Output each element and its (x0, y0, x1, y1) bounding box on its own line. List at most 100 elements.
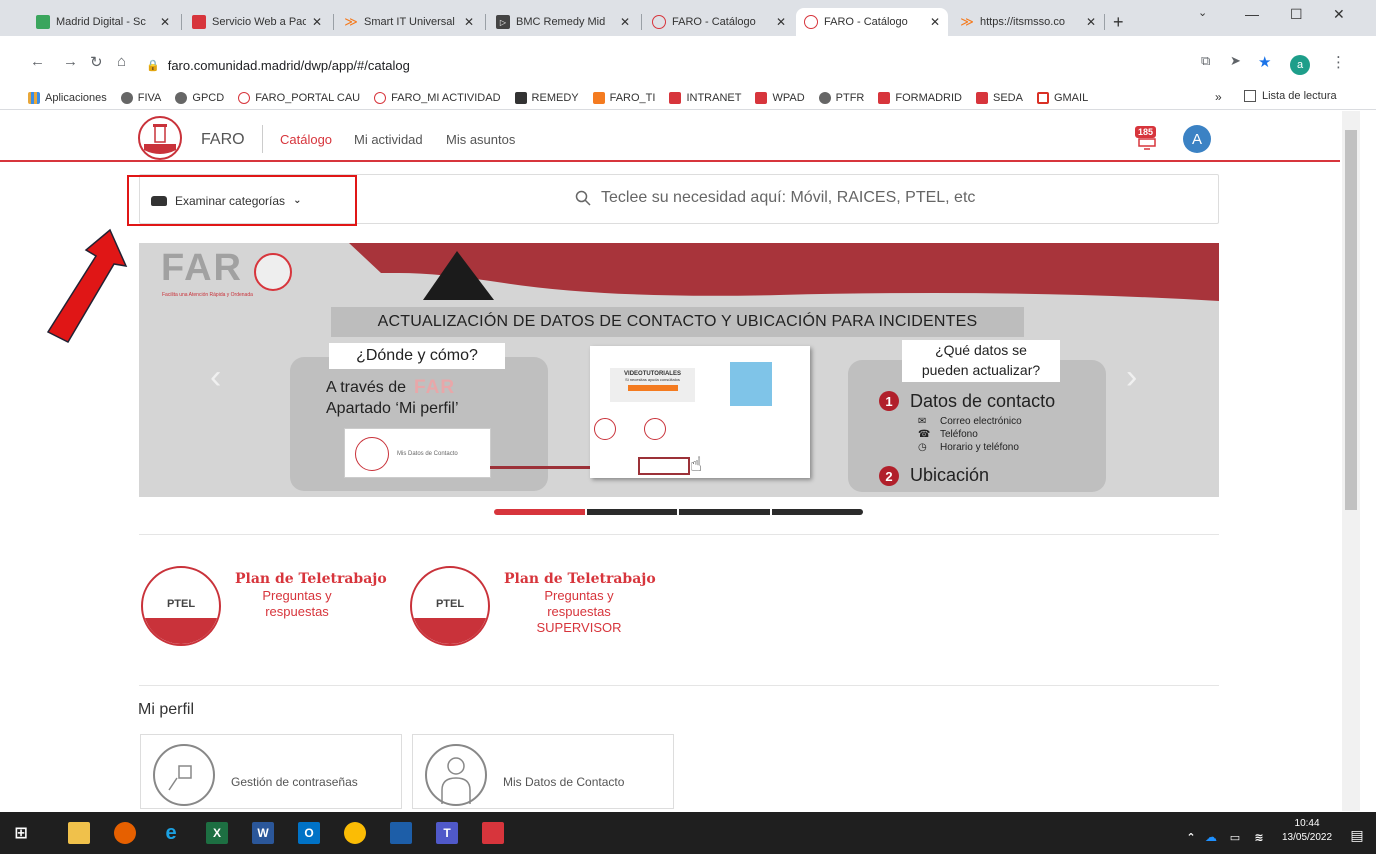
globe-icon (175, 91, 188, 104)
carousel-indicator-3[interactable] (679, 509, 770, 515)
close-tab-icon[interactable]: ✕ (1086, 15, 1096, 29)
tab-itsmsso[interactable]: ≫ https://itsmsso.co ✕ (952, 8, 1104, 36)
bookmark-item[interactable]: GPCD (175, 91, 224, 104)
home-icon[interactable]: ⌂ (117, 53, 126, 70)
minimize-icon[interactable]: — (1245, 6, 1259, 22)
scrollbar-thumb[interactable] (1345, 130, 1357, 510)
person-icon (425, 744, 487, 806)
windows-start-icon[interactable]: ⊞ (10, 822, 32, 844)
send-icon[interactable]: ➤ (1230, 53, 1241, 69)
onedrive-icon[interactable]: ☁ (1200, 826, 1222, 848)
tab-faro-catalogo[interactable]: FARO - Catálogo ✕ (644, 8, 794, 36)
mail-icon: ✉ (918, 416, 927, 427)
bookmark-item[interactable]: FARO_TI (592, 91, 655, 104)
bookmark-item[interactable]: FARO_PORTAL CAU (238, 91, 360, 104)
reading-list-icon (1244, 90, 1256, 102)
word-icon[interactable]: W (252, 822, 274, 844)
bookmark-item[interactable]: Aplicaciones (28, 91, 107, 104)
close-window-icon[interactable]: ✕ (1333, 6, 1345, 23)
profile-avatar[interactable]: a (1290, 55, 1310, 75)
carousel-indicator-4[interactable] (772, 509, 863, 515)
excel-icon[interactable]: X (206, 822, 228, 844)
tab-servicio-web[interactable]: Servicio Web a Pac ✕ (184, 8, 330, 36)
firefox-icon[interactable] (114, 822, 136, 844)
maximize-icon[interactable]: ☐ (1290, 6, 1303, 23)
clock[interactable]: 10:44 13/05/2022 (1282, 817, 1332, 845)
banner-brand: FAR (161, 247, 243, 289)
ptel-subtitle[interactable]: Preguntas y respuestas SUPERVISOR (519, 588, 639, 636)
address-bar[interactable]: 🔒 faro.comunidad.madrid/dwp/app/#/catalo… (146, 53, 1146, 77)
bookmark-item[interactable]: REMEDY (514, 91, 579, 104)
tab-smart-it[interactable]: ≫ Smart IT Universal ✕ (336, 8, 482, 36)
bookmark-star-icon[interactable]: ★ (1258, 53, 1271, 71)
banner-title: ACTUALIZACIÓN DE DATOS DE CONTACTO Y UBI… (331, 307, 1024, 337)
bookmark-item[interactable]: FARO_MI ACTIVIDAD (374, 91, 501, 104)
nav-catalogo[interactable]: Catálogo (280, 132, 332, 147)
notifications-button[interactable]: 185 (1135, 126, 1161, 152)
illustration (730, 362, 772, 406)
close-tab-icon[interactable]: ✕ (312, 15, 322, 29)
ptel-subtitle[interactable]: Preguntas y respuestas (236, 588, 358, 620)
tab-faro-catalogo-active[interactable]: FARO - Catálogo ✕ (796, 8, 948, 36)
ptel-logo-icon[interactable]: PTEL (141, 566, 221, 646)
new-tab-button[interactable]: + (1113, 12, 1124, 33)
bookmark-item[interactable]: INTRANET (669, 91, 741, 104)
banner-tagline: Facilita una Atención Rápida y Ordenada (162, 292, 253, 298)
nav-mis-asuntos[interactable]: Mis asuntos (446, 132, 515, 147)
close-tab-icon[interactable]: ✕ (620, 15, 630, 29)
folder-icon[interactable] (390, 822, 412, 844)
ptel-logo-icon[interactable]: PTEL (410, 566, 490, 646)
contact-data-card[interactable]: Mis Datos de Contacto (412, 734, 674, 809)
nav-mi-actividad[interactable]: Mi actividad (354, 132, 423, 147)
reload-icon[interactable]: ↻ (90, 53, 103, 71)
more-bookmarks-button[interactable]: » (1215, 90, 1222, 104)
internet-explorer-icon[interactable]: e (160, 822, 182, 844)
bookmark-item[interactable]: FIVA (120, 91, 161, 104)
bookmark-item[interactable]: WPAD (755, 91, 805, 104)
wifi-icon[interactable]: ≋ (1248, 826, 1270, 848)
back-icon[interactable]: ← (30, 53, 45, 70)
user-avatar[interactable]: A (1183, 125, 1211, 153)
close-tab-icon[interactable]: ✕ (160, 15, 170, 29)
file-explorer-icon[interactable] (68, 822, 90, 844)
faro-logo-icon[interactable] (138, 116, 182, 160)
password-management-card[interactable]: Gestión de contraseñas (140, 734, 402, 809)
bookmark-item[interactable]: GMAIL (1036, 91, 1088, 104)
close-tab-icon[interactable]: ✕ (930, 15, 940, 29)
bookmark-item[interactable]: FORMADRID (878, 91, 962, 104)
carousel-prev-icon[interactable]: ‹ (210, 358, 221, 397)
search-input[interactable]: Teclee su necesidad aquí: Móvil, RAICES,… (575, 189, 975, 207)
close-tab-icon[interactable]: ✕ (776, 15, 786, 29)
bookmark-item[interactable]: PTFR (818, 91, 864, 104)
forward-icon[interactable]: → (63, 53, 78, 70)
reading-list-button[interactable]: Lista de lectura (1244, 90, 1337, 102)
faro-icon (374, 91, 387, 104)
carousel-next-icon[interactable]: › (1126, 358, 1137, 397)
outlook-icon[interactable]: O (298, 822, 320, 844)
ptel-title[interactable]: Plan de Teletrabajo (235, 571, 387, 587)
tab-bmc-remedy[interactable]: ▷ BMC Remedy Mid ✕ (488, 8, 638, 36)
system-tray-icons[interactable]: ⌃ (1180, 826, 1202, 848)
browse-categories-button[interactable]: Examinar categorías ⌄ (127, 175, 357, 226)
search-icon (575, 190, 591, 206)
bookmark-item[interactable]: SEDA (975, 91, 1023, 104)
brand-name[interactable]: FARO (201, 131, 245, 149)
tab-separator (181, 14, 182, 30)
chrome-icon[interactable] (344, 822, 366, 844)
teams-icon[interactable]: T (436, 822, 458, 844)
tab-separator (485, 14, 486, 30)
tab-search-icon[interactable]: ⌄ (1198, 6, 1207, 19)
ptel-title[interactable]: Plan de Teletrabajo (504, 571, 656, 587)
notifications-center-icon[interactable]: ▤ (1346, 824, 1368, 846)
clock-icon: ◷ (918, 442, 927, 453)
car-icon (151, 195, 167, 206)
install-app-icon[interactable]: ⧉ (1201, 53, 1210, 69)
tab-madrid-digital[interactable]: Madrid Digital - Sc ✕ (28, 8, 178, 36)
close-tab-icon[interactable]: ✕ (464, 15, 474, 29)
comunidad-madrid-icon[interactable] (482, 822, 504, 844)
battery-icon[interactable]: ▭ (1224, 826, 1246, 848)
carousel-indicator-2[interactable] (587, 509, 677, 515)
key-lock-icon (153, 744, 215, 806)
kebab-menu-icon[interactable]: ⋮ (1331, 53, 1346, 71)
carousel-indicator-1[interactable] (494, 509, 585, 515)
